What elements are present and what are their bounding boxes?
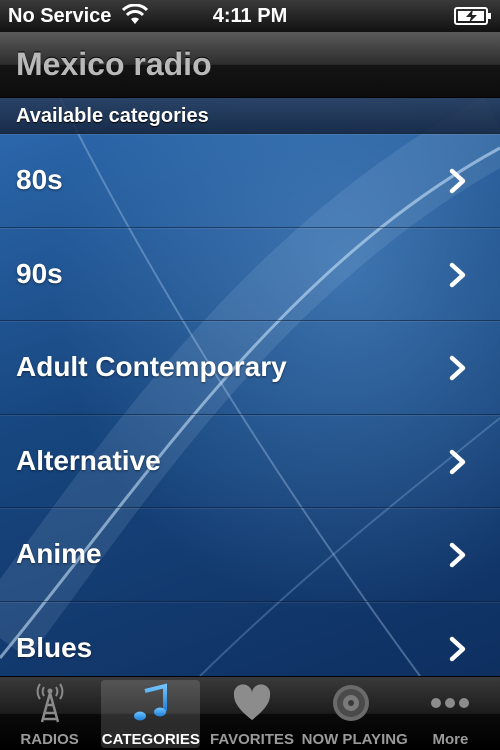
list-item-label: Alternative <box>16 444 161 476</box>
status-bar: No Service 4:11 PM <box>0 0 500 32</box>
navigation-bar: Mexico radio <box>0 32 500 98</box>
list-item-label: Blues <box>16 631 93 663</box>
tab-label: RADIOS <box>20 731 79 748</box>
radio-tower-icon <box>36 683 63 723</box>
tab-label: NOW PLAYING <box>301 731 408 748</box>
chevron-right-icon <box>449 168 466 194</box>
chevron-right-icon <box>449 355 466 381</box>
more-dots-icon <box>431 698 470 708</box>
tab-favorites[interactable]: FAVORITES <box>202 677 301 750</box>
list-item-label: Adult Contemporary <box>16 351 287 382</box>
tab-label: CATEGORIES <box>101 731 200 748</box>
category-list-view[interactable]: Available categories 80s 90s Adult Conte… <box>0 98 500 676</box>
list-item-80s[interactable]: 80s <box>0 134 500 228</box>
list-item-blues[interactable]: Blues <box>0 602 500 677</box>
chevron-right-icon <box>449 636 466 661</box>
category-list: 80s 90s Adult Contemporary Alternative A… <box>0 134 500 676</box>
list-item-label: 90s <box>16 257 63 289</box>
page-title: Mexico radio <box>16 46 212 82</box>
tab-bar: RADIOS CATEGORIES FAVORITES NOW PLAYING … <box>0 676 500 750</box>
chevron-right-icon <box>449 542 466 568</box>
battery-charging-icon <box>454 7 491 25</box>
tab-more[interactable]: More <box>401 677 500 750</box>
section-title: Available categories <box>16 105 209 127</box>
chevron-right-icon <box>449 449 466 474</box>
clock-time: 4:11 PM <box>212 5 288 27</box>
tab-radios[interactable]: RADIOS <box>0 677 99 750</box>
tab-label: More <box>432 731 469 748</box>
section-header: Available categories <box>0 98 500 134</box>
list-item-90s[interactable]: 90s <box>0 228 500 321</box>
list-item-adult-contemporary[interactable]: Adult Contemporary <box>0 321 500 415</box>
speaker-icon <box>333 685 370 721</box>
tab-label: FAVORITES <box>210 731 294 748</box>
tab-now-playing[interactable]: NOW PLAYING <box>301 677 408 750</box>
chevron-right-icon <box>449 262 466 287</box>
heart-icon <box>233 684 271 720</box>
tab-categories[interactable]: CATEGORIES <box>101 680 201 748</box>
list-item-anime[interactable]: Anime <box>0 508 500 602</box>
list-item-label: Anime <box>16 538 102 569</box>
list-item-label: 80s <box>16 164 63 195</box>
music-note-icon <box>133 683 167 721</box>
list-item-alternative[interactable]: Alternative <box>0 415 500 508</box>
